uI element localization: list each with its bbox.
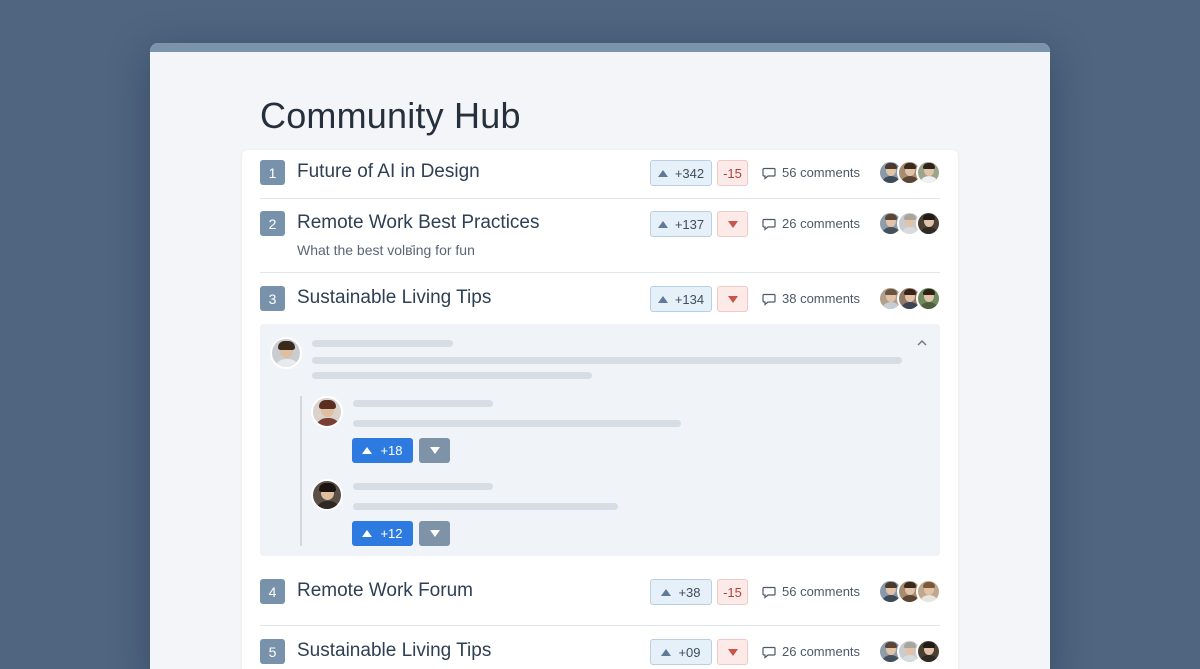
divider	[260, 625, 940, 626]
participant-avatars	[878, 286, 941, 311]
reply-author-placeholder	[353, 400, 493, 407]
comments-count: 56 comments	[782, 165, 861, 180]
post-rank-badge: 2	[260, 211, 285, 236]
comments-link[interactable]: 38 comments	[762, 291, 860, 306]
avatar	[311, 396, 343, 428]
post-title[interactable]: Remote Work Forum	[297, 580, 473, 602]
upvote-count: +134	[674, 291, 705, 307]
participant-avatars	[878, 579, 941, 604]
upvote-count: +342	[674, 165, 705, 181]
comments-count: 56 comments	[782, 584, 861, 599]
comments-count: 38 comments	[782, 291, 861, 306]
reply-text-placeholder	[353, 420, 681, 427]
downvote-button[interactable]	[717, 211, 748, 237]
avatar	[270, 337, 302, 369]
reply-upvote-button[interactable]: +18	[352, 438, 413, 463]
triangle-up-icon	[362, 447, 373, 454]
post-list: 1 Future of AI in Design +342 -15 56 com…	[242, 150, 958, 669]
comments-link[interactable]: 56 comments	[762, 584, 860, 599]
triangle-down-icon	[429, 530, 440, 537]
reply-upvote-count: +12	[380, 526, 403, 541]
participant-avatars	[878, 639, 941, 664]
avatar	[916, 286, 941, 311]
downvote-count: -15	[723, 584, 742, 600]
upvote-button[interactable]: +134	[650, 286, 712, 312]
downvote-button[interactable]	[717, 286, 748, 312]
reply-author-placeholder	[353, 483, 493, 490]
upvote-button[interactable]: +38	[650, 579, 712, 605]
speech-bubble-icon	[762, 218, 776, 231]
avatar	[916, 211, 941, 236]
post-subtitle: What the best volв̄ing for fun	[297, 242, 475, 258]
page-title: Community Hub	[260, 95, 521, 136]
triangle-up-icon	[661, 588, 672, 596]
comments-link[interactable]: 26 comments	[762, 644, 860, 659]
comment-text-placeholder	[312, 357, 902, 364]
speech-bubble-icon	[762, 293, 776, 306]
comments-link[interactable]: 26 comments	[762, 216, 860, 231]
post-title[interactable]: Remote Work Best Practices	[297, 212, 540, 234]
speech-bubble-icon	[762, 586, 776, 599]
triangle-up-icon	[657, 169, 668, 177]
speech-bubble-icon	[762, 646, 776, 659]
post-rank-badge: 4	[260, 579, 285, 604]
triangle-down-icon	[727, 648, 738, 656]
upvote-button[interactable]: +137	[650, 211, 712, 237]
upvote-button[interactable]: +09	[650, 639, 712, 665]
post-title[interactable]: Sustainable Living Tips	[297, 640, 491, 662]
reply-thread-line	[300, 396, 302, 546]
post-rank-badge: 1	[260, 160, 285, 185]
post-row[interactable]: 2 Remote Work Best Practices What the be…	[260, 211, 941, 261]
triangle-up-icon	[657, 295, 668, 303]
downvote-button[interactable]: -15	[717, 160, 748, 186]
app-window: Community Hub 1 Future of AI in Design +…	[150, 43, 1050, 669]
avatar	[916, 579, 941, 604]
downvote-button[interactable]: -15	[717, 579, 748, 605]
reply-text-placeholder	[353, 503, 618, 510]
comment-thread: +18 +12	[260, 324, 940, 556]
post-row[interactable]: 3 Sustainable Living Tips +134 38 commen…	[260, 286, 941, 312]
reply-upvote-count: +18	[380, 443, 403, 458]
comments-count: 26 comments	[782, 216, 861, 231]
upvote-button[interactable]: +342	[650, 160, 712, 186]
participant-avatars	[878, 211, 941, 236]
reply-downvote-button[interactable]	[419, 521, 450, 546]
triangle-up-icon	[657, 220, 668, 228]
window-title-bar	[150, 43, 1050, 52]
upvote-count: +38	[678, 584, 701, 600]
avatar	[916, 160, 941, 185]
post-row[interactable]: 1 Future of AI in Design +342 -15 56 com…	[260, 160, 941, 186]
triangle-down-icon	[429, 447, 440, 454]
downvote-count: -15	[723, 165, 742, 181]
chevron-up-icon[interactable]	[916, 338, 928, 348]
upvote-count: +09	[678, 644, 701, 660]
triangle-up-icon	[362, 530, 373, 537]
post-row[interactable]: 4 Remote Work Forum +38 -15 56 comments	[260, 579, 941, 605]
comments-link[interactable]: 56 comments	[762, 165, 860, 180]
triangle-up-icon	[661, 648, 672, 656]
downvote-button[interactable]	[717, 639, 748, 665]
reply-upvote-button[interactable]: +12	[352, 521, 413, 546]
avatar	[916, 639, 941, 664]
triangle-down-icon	[727, 295, 738, 303]
triangle-down-icon	[727, 220, 738, 228]
post-rank-badge: 5	[260, 639, 285, 664]
avatar	[311, 479, 343, 511]
comment-author-placeholder	[312, 340, 453, 347]
divider	[260, 198, 940, 199]
post-row[interactable]: 5 Sustainable Living Tips +09 26 comment…	[260, 639, 941, 665]
post-rank-badge: 3	[260, 286, 285, 311]
reply-downvote-button[interactable]	[419, 438, 450, 463]
comments-count: 26 comments	[782, 644, 861, 659]
post-title[interactable]: Sustainable Living Tips	[297, 287, 491, 309]
comment-text-placeholder	[312, 372, 592, 379]
participant-avatars	[878, 160, 941, 185]
speech-bubble-icon	[762, 167, 776, 180]
divider	[260, 272, 940, 273]
upvote-count: +137	[674, 216, 705, 232]
post-title[interactable]: Future of AI in Design	[297, 161, 480, 183]
